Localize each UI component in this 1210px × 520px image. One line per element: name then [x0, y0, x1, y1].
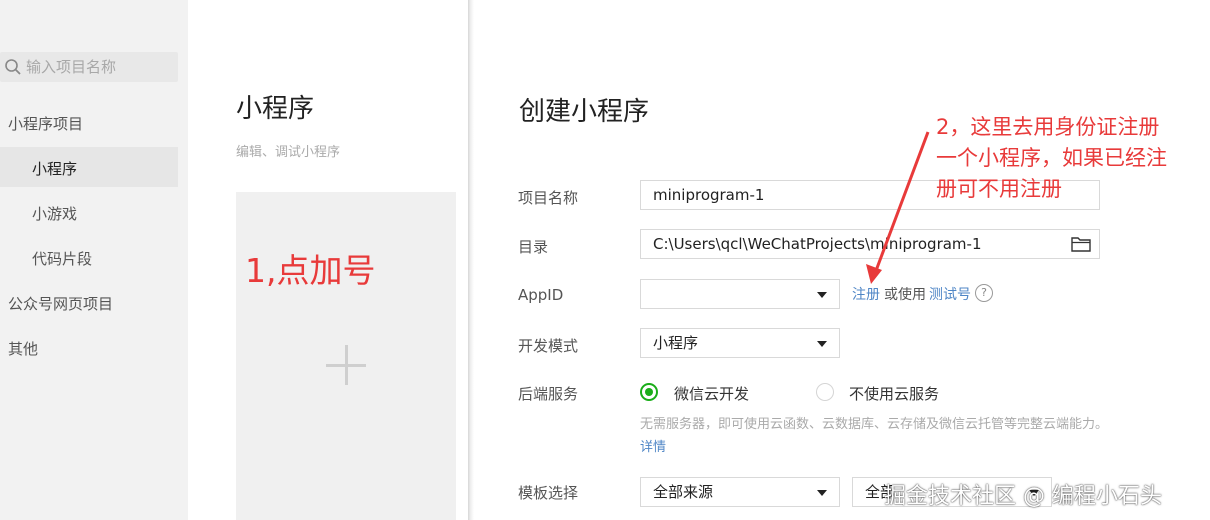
backend-label: 后端服务	[518, 385, 579, 403]
add-project-card[interactable]	[236, 192, 456, 520]
sidebar-group-miniprogram[interactable]: 小程序项目	[8, 113, 83, 134]
directory-label: 目录	[518, 238, 549, 256]
watermark: 掘金技术社区 @ 编程小石头	[884, 484, 1162, 509]
sidebar: 小程序项目 小程序 小游戏 代码片段 公众号网页项目 其他	[0, 0, 188, 520]
sidebar-group-official-account[interactable]: 公众号网页项目	[8, 293, 113, 314]
annotation-register-line: 一个小程序，如果已经注	[936, 146, 1167, 170]
dev-mode-label: 开发模式	[518, 337, 579, 355]
help-icon[interactable]: ?	[975, 284, 993, 302]
details-link[interactable]: 详情	[640, 440, 666, 455]
backend-description: 无需服务器，即可使用云函数、云数据库、云存储及微信云托管等完整云端能力。 详情	[640, 413, 1115, 459]
plus-icon-vertical	[345, 345, 348, 385]
sidebar-item-minigame[interactable]: 小游戏	[32, 203, 77, 224]
sidebar-active-highlight	[0, 147, 178, 187]
chevron-down-icon	[817, 341, 827, 347]
dev-mode-select[interactable]: 小程序	[640, 328, 840, 358]
search-box[interactable]	[0, 52, 178, 82]
template-source-value: 全部来源	[653, 483, 714, 501]
annotation-arrow	[866, 131, 930, 284]
panel-divider	[468, 0, 474, 520]
radio-no-cloud[interactable]	[816, 383, 834, 401]
page-title: 小程序	[236, 94, 315, 124]
radio-cloud-dev-label[interactable]: 微信云开发	[674, 383, 749, 404]
sidebar-item-code-snippet[interactable]: 代码片段	[32, 248, 92, 269]
appid-label: AppID	[518, 286, 564, 304]
folder-icon[interactable]	[1071, 236, 1091, 252]
backend-description-text: 无需服务器，即可使用云函数、云数据库、云存储及微信云托管等完整云端能力。	[640, 417, 1109, 432]
sidebar-item-miniprogram[interactable]: 小程序	[32, 158, 77, 179]
chevron-down-icon	[817, 292, 827, 298]
annotation-register: 2，这里去用身份证注册 一个小程序，如果已经注 册可不用注册	[936, 112, 1206, 205]
radio-no-cloud-label[interactable]: 不使用云服务	[849, 383, 939, 404]
template-label: 模板选择	[518, 484, 579, 502]
chevron-down-icon	[817, 490, 827, 496]
template-source-select[interactable]: 全部来源	[640, 477, 840, 507]
radio-cloud-dev[interactable]	[640, 383, 658, 401]
search-icon	[5, 59, 21, 75]
search-input[interactable]	[26, 52, 174, 82]
annotation-click-plus: 1,点加号	[245, 251, 376, 290]
project-name-label: 项目名称	[518, 189, 579, 207]
sidebar-group-other[interactable]: 其他	[8, 338, 38, 359]
dev-mode-value: 小程序	[653, 334, 699, 352]
form-title: 创建小程序	[519, 97, 650, 127]
page-subtitle: 编辑、调试小程序	[236, 145, 341, 160]
annotation-register-line: 2，这里去用身份证注册	[936, 115, 1160, 139]
appid-select[interactable]	[640, 279, 840, 309]
annotation-register-line: 册可不用注册	[936, 177, 1062, 201]
